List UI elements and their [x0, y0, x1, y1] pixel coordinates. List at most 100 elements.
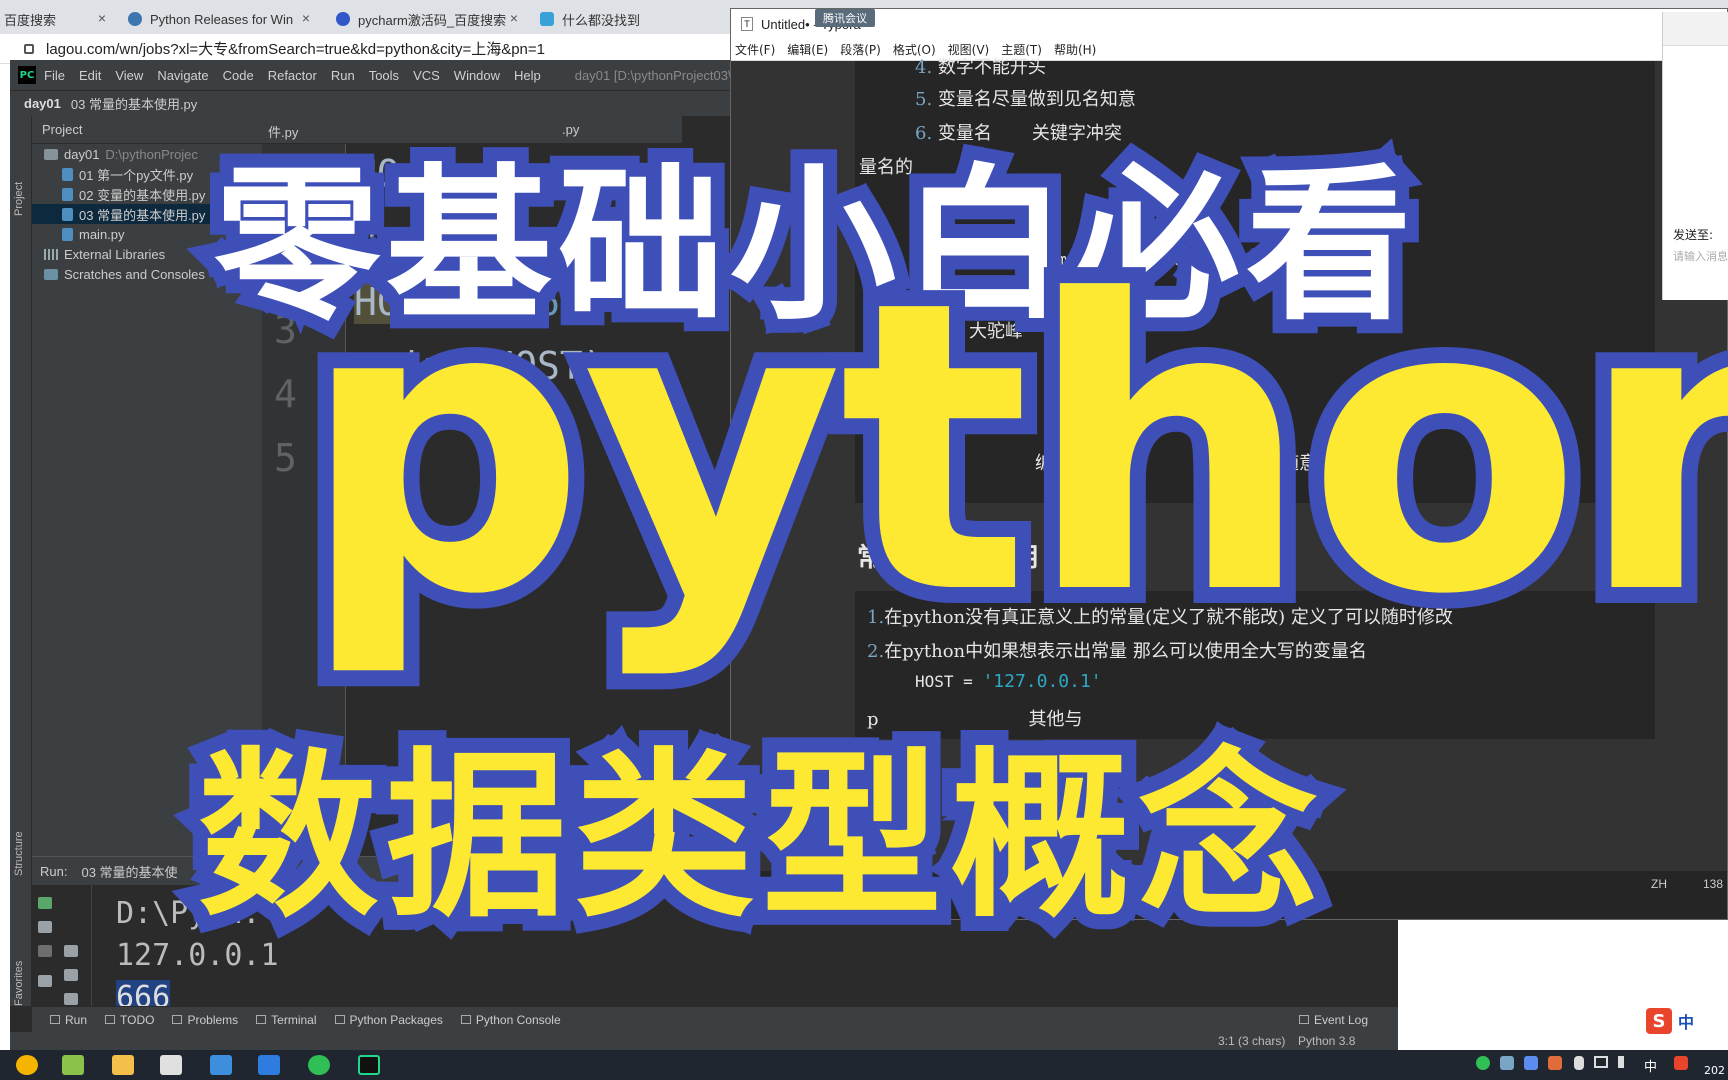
favorites-tool-tab[interactable]: Favorites [13, 961, 25, 1006]
file-explorer-icon[interactable] [112, 1055, 134, 1075]
doc-line: 5. 变量名尽量做到见名知意 [915, 85, 1136, 111]
menu-run[interactable]: Run [331, 68, 355, 83]
run-tab[interactable]: 03 常量的基本使 [81, 862, 177, 881]
close-icon[interactable]: × [98, 10, 106, 26]
status-bar: 3:1 (3 chars) Python 3.8 [10, 1032, 1398, 1050]
python-packages-tool-button[interactable]: Python Packages [334, 1013, 443, 1027]
breadcrumb-project[interactable]: day01 [24, 96, 61, 111]
tree-item-label: 02 变量的基本使用.py [79, 187, 206, 203]
browser-tab[interactable]: 什么都没找到 [532, 4, 728, 34]
menu-tools[interactable]: Tools [369, 68, 399, 83]
project-tool-tab[interactable]: Project [13, 182, 25, 216]
layout-icon[interactable] [38, 975, 52, 987]
python-console-tool-button[interactable]: Python Console [460, 1013, 561, 1027]
pycharm-logo-icon: PC [18, 66, 36, 84]
python-file-icon [62, 207, 73, 221]
sogou-tray-icon[interactable] [1674, 1056, 1688, 1070]
wrap-icon[interactable] [64, 945, 78, 957]
close-icon[interactable]: × [510, 10, 518, 26]
close-icon[interactable]: × [302, 10, 310, 26]
typora-icon[interactable] [160, 1055, 182, 1075]
menu-view[interactable]: View [115, 68, 143, 83]
tool-window-bar: Run TODO Problems Terminal Python Packag… [32, 1006, 1398, 1032]
doc-line: 4. 数字不能开头 [915, 53, 1046, 79]
library-icon [44, 248, 58, 260]
todo-tool-button[interactable]: TODO [105, 1013, 154, 1027]
url-text: lagou.com/wn/jobs?xl=大专&fromSearch=true&… [46, 41, 546, 58]
lock-icon [24, 43, 34, 54]
run-label: Run: [40, 863, 68, 879]
ime-label: 中 [1678, 1013, 1695, 1032]
menu-file[interactable]: 文件(F) [735, 41, 775, 58]
python-file-icon [62, 227, 73, 241]
menu-paragraph[interactable]: 段落(P) [840, 41, 881, 58]
list-number: 5. [915, 89, 933, 110]
structure-tool-tab[interactable]: Structure [13, 831, 25, 876]
wechat-icon[interactable] [308, 1055, 330, 1075]
tab-label: 什么都没找到 [562, 12, 641, 28]
tree-item-label: 03 常量的基本使用.py [79, 207, 206, 223]
menu-help[interactable]: Help [514, 68, 541, 83]
event-log-button[interactable]: Event Log [1298, 1013, 1368, 1027]
app-icon[interactable] [210, 1055, 232, 1075]
interpreter-indicator[interactable]: Python 3.8 [1298, 1034, 1355, 1048]
menu-help[interactable]: 帮助(H) [1054, 41, 1096, 58]
overlay-title-python: python [284, 217, 1728, 682]
scroll-end-icon[interactable] [64, 969, 78, 981]
list-icon [105, 1015, 116, 1024]
ime-badge[interactable]: S 中 [1640, 1005, 1728, 1037]
menu-vcs[interactable]: VCS [413, 68, 440, 83]
scratch-icon [44, 268, 58, 280]
browser-tab[interactable]: Python Releases for Win × [120, 4, 316, 34]
editor-app-icon[interactable] [62, 1055, 84, 1075]
wrench-icon[interactable] [38, 921, 52, 933]
project-dropdown[interactable]: Project [42, 122, 82, 137]
tree-item-label: Scratches and Consoles [64, 266, 205, 282]
clock-date[interactable]: 202 [1704, 1064, 1725, 1077]
window-title: day01 [D:\pythonProject03\day [574, 67, 753, 83]
menu-edit[interactable]: Edit [79, 68, 101, 83]
terminal-tool-button[interactable]: Terminal [256, 1013, 317, 1027]
ime-tray[interactable]: 中 [1644, 1056, 1657, 1075]
breadcrumb-file[interactable]: 03 常量的基本使用.py [71, 94, 197, 113]
chrome-icon[interactable] [16, 1055, 38, 1075]
meeting-badge[interactable]: 腾讯会议 [815, 9, 875, 27]
list-number: 4. [915, 57, 933, 78]
event-log-icon [1298, 1015, 1309, 1024]
typora-logo-icon: T [741, 17, 753, 31]
python-file-icon [62, 167, 73, 181]
menu-window[interactable]: Window [454, 68, 500, 83]
stop-icon[interactable] [38, 945, 52, 957]
python-file-icon [62, 187, 73, 201]
run-tool-button[interactable]: Run [50, 1013, 87, 1027]
language-indicator[interactable]: ZH [1651, 877, 1667, 891]
tree-item-path: D:\pythonProjec [105, 146, 198, 162]
tab-label: pycharm激活码_百度搜索 [358, 12, 507, 28]
doc-text: 变量名尽量做到见名知意 [937, 89, 1136, 110]
browser-tab[interactable]: pycharm激活码_百度搜索 × [328, 4, 524, 34]
chat-panel-header [1663, 12, 1728, 46]
meeting-app-icon[interactable] [258, 1055, 280, 1075]
menu-navigate[interactable]: Navigate [157, 68, 208, 83]
word-count[interactable]: 138 [1703, 877, 1723, 891]
tray-icon[interactable] [1500, 1056, 1514, 1070]
pycharm-icon[interactable] [358, 1055, 380, 1075]
print-icon[interactable] [64, 993, 78, 1005]
menu-edit[interactable]: 编辑(E) [787, 41, 828, 58]
caret-position[interactable]: 3:1 (3 chars) [1218, 1034, 1285, 1048]
volume-icon[interactable] [1618, 1056, 1630, 1068]
problems-tool-button[interactable]: Problems [172, 1013, 238, 1027]
menu-code[interactable]: Code [223, 68, 254, 83]
tray-icon[interactable] [1524, 1056, 1538, 1070]
browser-tab[interactable]: 百度搜索 × [0, 4, 112, 34]
rerun-icon[interactable] [38, 897, 52, 909]
menu-refactor[interactable]: Refactor [268, 68, 317, 83]
network-icon[interactable] [1594, 1056, 1608, 1068]
menu-file[interactable]: File [44, 68, 65, 83]
tray-icon[interactable] [1548, 1056, 1562, 1070]
tool-window-strip: Project Structure Favorites [10, 116, 32, 1006]
tree-item-label: 01 第一个py文件.py [79, 167, 194, 183]
microphone-icon[interactable] [1574, 1056, 1584, 1070]
wechat-tray-icon[interactable] [1476, 1056, 1490, 1070]
run-toolbar [32, 885, 92, 1007]
